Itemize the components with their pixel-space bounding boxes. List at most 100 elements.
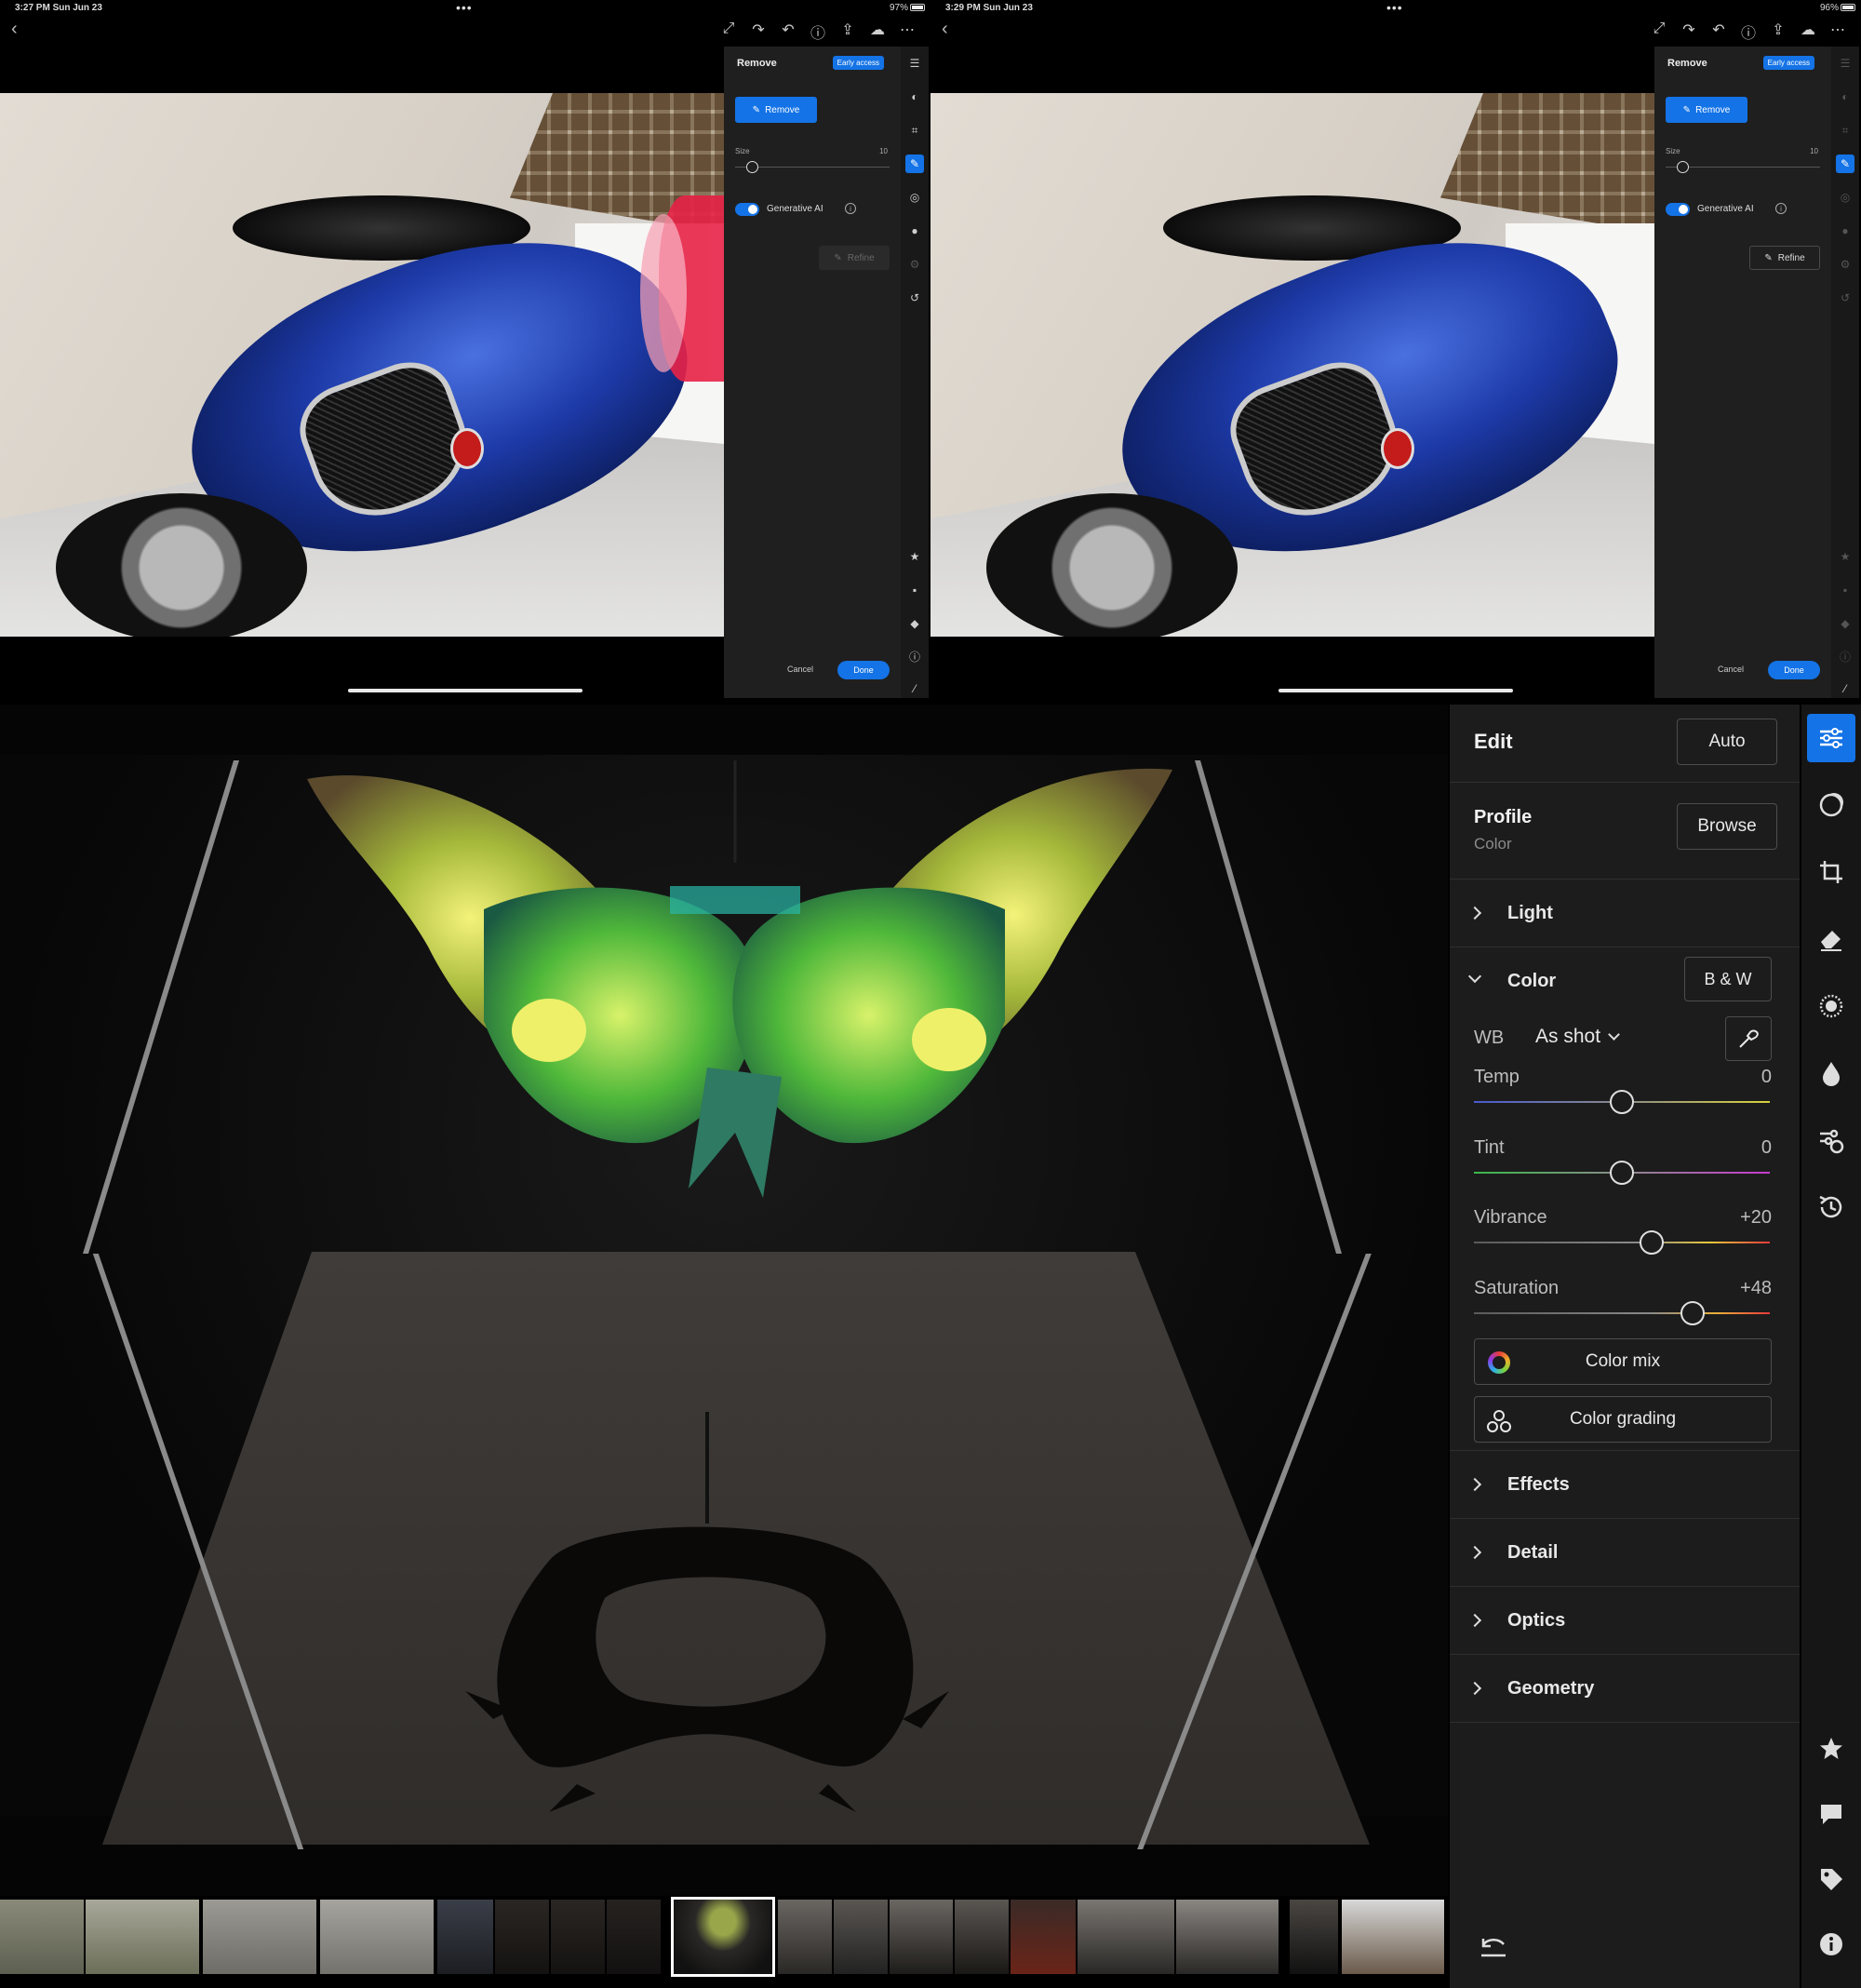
cloud-icon[interactable]: ☁ <box>1800 20 1816 43</box>
eyedropper-button[interactable] <box>1725 1016 1772 1061</box>
eraser-icon[interactable] <box>1807 915 1855 963</box>
color-grading-button[interactable]: Color grading <box>1474 1396 1772 1443</box>
done-button[interactable]: Done <box>1768 661 1820 679</box>
slider-track-vibrance[interactable] <box>1474 1242 1770 1243</box>
cancel-button[interactable]: Cancel <box>1718 665 1744 674</box>
mask-icon[interactable]: ◐ <box>905 87 924 106</box>
generative-ai-toggle[interactable] <box>735 203 759 216</box>
mask-icon[interactable] <box>1807 781 1855 829</box>
browse-button[interactable]: Browse <box>1677 803 1777 850</box>
blur-icon[interactable] <box>1807 982 1855 1030</box>
comment-icon[interactable]: ▪ <box>905 581 924 599</box>
thumbnail[interactable] <box>551 1900 605 1974</box>
thumbnail[interactable] <box>1342 1900 1444 1974</box>
expand-icon[interactable]: ⤢ <box>1651 20 1667 43</box>
thumbnail[interactable] <box>834 1900 888 1974</box>
slider-value-vibrance[interactable]: +20 <box>1740 1207 1772 1229</box>
back-chevron-icon[interactable]: ‹ <box>11 19 18 40</box>
redo-icon[interactable]: ↷ <box>750 20 767 43</box>
thumbnail[interactable] <box>437 1900 493 1974</box>
detail-section[interactable]: Detail <box>1450 1519 1800 1587</box>
more-dots-icon[interactable]: ••• <box>456 0 473 15</box>
optics-section[interactable]: Optics <box>1450 1587 1800 1655</box>
sliders-icon[interactable] <box>1807 714 1855 762</box>
thumbnail[interactable] <box>1290 1900 1338 1974</box>
cancel-button[interactable]: Cancel <box>787 665 813 674</box>
size-slider-thumb[interactable] <box>746 161 758 173</box>
thumbnail[interactable] <box>1011 1900 1076 1974</box>
more-icon[interactable]: ⋯ <box>899 20 916 43</box>
tag-icon[interactable] <box>1807 1855 1855 1903</box>
eraser-icon[interactable]: ✎ <box>905 154 924 173</box>
back-chevron-icon[interactable]: ‹ <box>942 19 948 40</box>
tag-icon[interactable]: ◆ <box>1836 614 1854 633</box>
sliders-icon[interactable]: ☰ <box>905 54 924 73</box>
slider-value-saturation[interactable]: +48 <box>1740 1278 1772 1299</box>
star-icon[interactable]: ★ <box>1836 547 1854 566</box>
help-icon[interactable]: ⓘ <box>1740 20 1757 43</box>
info-icon[interactable] <box>1807 1920 1855 1968</box>
help-icon[interactable]: ⓘ <box>810 20 826 43</box>
remove-tool-button[interactable]: ✎ Remove <box>1666 97 1747 123</box>
blur-icon[interactable]: ◎ <box>1836 188 1854 207</box>
thumbnail[interactable] <box>86 1900 199 1974</box>
photo-canvas[interactable] <box>930 93 1654 637</box>
photo-canvas[interactable] <box>0 93 724 637</box>
geometry-section[interactable]: Geometry <box>1450 1655 1800 1723</box>
chevron-down-icon[interactable] <box>1467 969 1482 984</box>
info-icon[interactable]: i <box>1775 203 1787 214</box>
thumbnail[interactable] <box>607 1900 661 1974</box>
brush-icon[interactable]: ⁄ <box>1836 679 1854 698</box>
slider-thumb-tint[interactable] <box>1610 1160 1634 1185</box>
thumbnail[interactable] <box>890 1900 953 1974</box>
share-icon[interactable]: ⇪ <box>1770 20 1787 43</box>
light-section[interactable]: Light <box>1450 880 1800 947</box>
remove-tool-button[interactable]: ✎ Remove <box>735 97 817 123</box>
thumbnail[interactable] <box>495 1900 549 1974</box>
refine-button[interactable]: ✎ Refine <box>1749 246 1820 270</box>
sliders-icon[interactable]: ☰ <box>1836 54 1854 73</box>
comment-icon[interactable] <box>1807 1790 1855 1838</box>
thumbnail[interactable] <box>778 1900 832 1974</box>
slider-thumb-vibrance[interactable] <box>1639 1230 1664 1255</box>
slider-thumb-saturation[interactable] <box>1680 1300 1706 1325</box>
cloud-icon[interactable]: ☁ <box>869 20 886 43</box>
star-icon[interactable]: ★ <box>905 547 924 566</box>
star-icon[interactable] <box>1807 1725 1855 1773</box>
undo-icon[interactable]: ↶ <box>780 20 797 43</box>
blur-icon[interactable]: ◎ <box>905 188 924 207</box>
history-icon[interactable] <box>1807 1183 1855 1231</box>
undo-icon[interactable]: ↶ <box>1710 20 1727 43</box>
wb-dropdown[interactable]: As shot <box>1535 1026 1620 1048</box>
color-label[interactable]: Color <box>1507 971 1556 992</box>
effects-section[interactable]: Effects <box>1450 1451 1800 1519</box>
slider-track-saturation[interactable] <box>1474 1311 1770 1314</box>
redo-icon[interactable]: ↷ <box>1680 20 1697 43</box>
slider-value-tint[interactable]: 0 <box>1761 1137 1772 1159</box>
presets-icon[interactable]: ⚙ <box>1836 255 1854 274</box>
photo-canvas[interactable] <box>0 705 1448 1896</box>
more-icon[interactable]: ⋯ <box>1829 20 1846 43</box>
thumbnail[interactable] <box>955 1900 1009 1974</box>
eraser-icon[interactable]: ✎ <box>1836 154 1854 173</box>
slider-value-temp[interactable]: 0 <box>1761 1067 1772 1088</box>
slider-thumb-temp[interactable] <box>1610 1090 1634 1114</box>
crop-icon[interactable]: ⌗ <box>1836 121 1854 140</box>
thumbnail[interactable] <box>320 1900 434 1974</box>
thumbnail[interactable] <box>1078 1900 1174 1974</box>
drop-icon[interactable]: ● <box>1836 222 1854 240</box>
generative-ai-toggle[interactable] <box>1666 203 1690 216</box>
info-icon[interactable]: i <box>845 203 856 214</box>
info-icon[interactable]: ⓘ <box>1836 648 1854 666</box>
history-icon[interactable]: ↺ <box>905 289 924 307</box>
tag-icon[interactable]: ◆ <box>905 614 924 633</box>
comment-icon[interactable]: ▪ <box>1836 581 1854 599</box>
auto-button[interactable]: Auto <box>1677 719 1777 765</box>
info-icon[interactable]: ⓘ <box>905 648 924 666</box>
drop-icon[interactable]: ● <box>905 222 924 240</box>
bw-button[interactable]: B & W <box>1684 957 1772 1001</box>
presets-icon[interactable] <box>1807 1116 1855 1164</box>
reset-undo-icon[interactable] <box>1478 1933 1509 1961</box>
more-dots-icon[interactable]: ••• <box>1386 0 1403 15</box>
crop-icon[interactable] <box>1807 848 1855 896</box>
